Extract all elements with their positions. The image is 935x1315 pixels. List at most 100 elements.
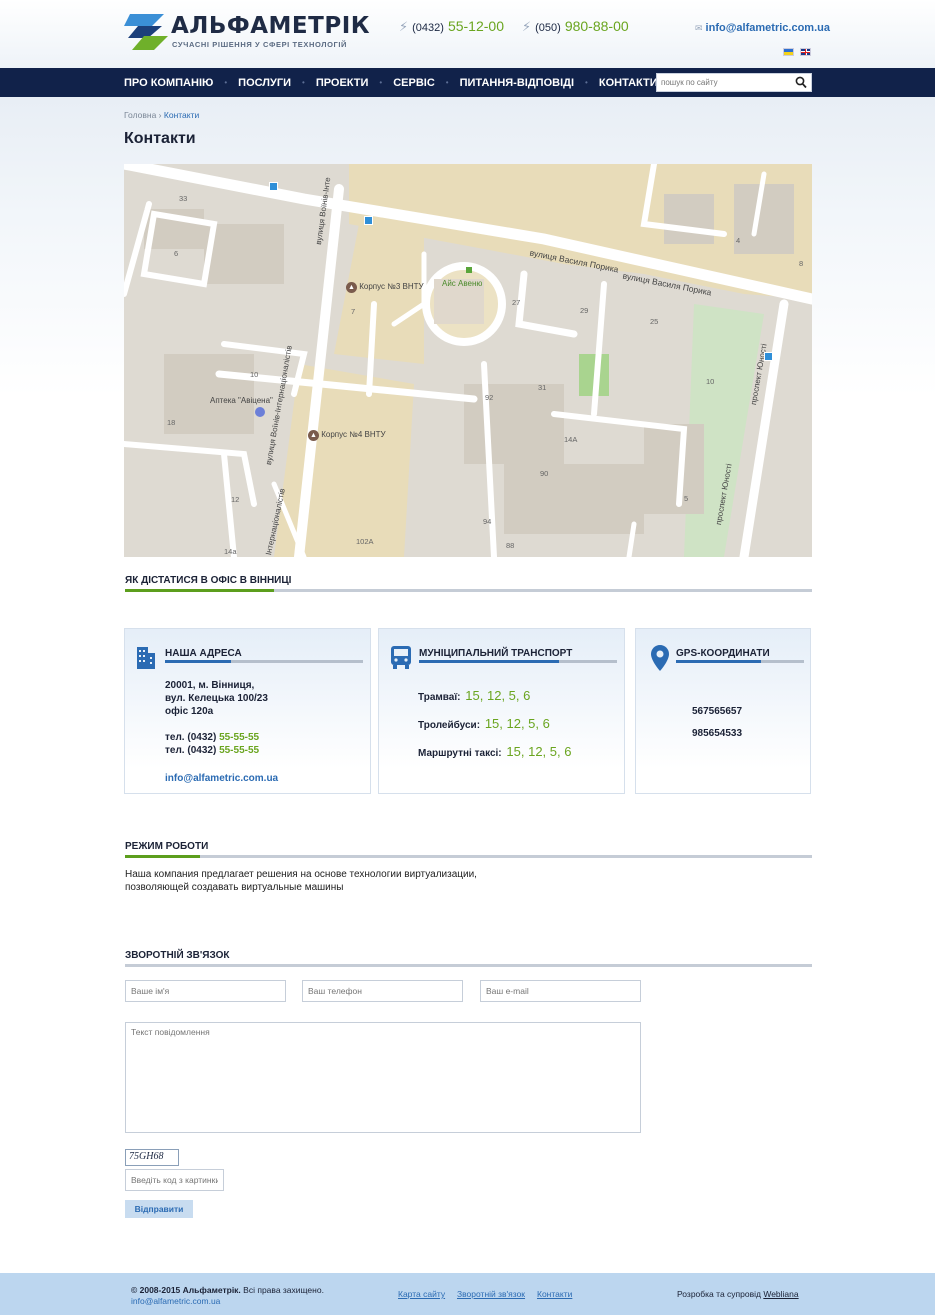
work-mode-line: позволяющей создавать виртуальные машины [125,882,344,893]
transport-label: Тролейбуси: [418,720,481,731]
footer-developer: Розробка та супровід Webliana [677,1289,799,1299]
work-mode-line: Наша компания предлагает решения на осно… [125,869,477,880]
footer-email-link[interactable]: info@alfametric.com.ua [131,1296,220,1306]
gps-latitude: 567565657 [692,706,743,717]
name-input[interactable] [126,981,285,1001]
bus-stop-icon[interactable] [764,352,773,361]
breadcrumb-home[interactable]: Головна [124,110,156,120]
house-number: 94 [483,517,492,526]
nav-separator: • [585,78,588,87]
nav-separator: • [302,78,305,87]
phone-number: 55-12-00 [447,18,504,34]
name-field-wrap [125,980,286,1002]
address-email-link[interactable]: info@alfametric.com.ua [165,773,278,784]
breadcrumb-separator: › [158,110,162,120]
address-line: офіс 120а [165,706,214,717]
work-mode-heading: РЕЖИМ РОБОТИ [125,841,209,852]
nav-item-about[interactable]: ПРО КОМПАНІЮ [124,77,213,89]
footer-link-feedback[interactable]: Зворотній зв'язок [457,1289,525,1299]
box-divider-accent [419,660,559,663]
house-number: 88 [506,541,515,550]
address-box: НАША АДРЕСА 20001, м. Вінниця, вул. Келе… [124,628,371,794]
map[interactable]: вулиця Василя Порика вулиця Василя Порик… [124,164,812,557]
place-marker-icon [466,267,472,273]
captcha-image: 75GH68 [125,1149,179,1166]
developer-link[interactable]: Webliana [763,1289,798,1299]
house-number: 33 [179,194,188,203]
location-pin-icon [651,645,669,671]
phone-code: (0432) [412,22,444,34]
house-number: 8 [799,259,804,268]
nav-item-contacts[interactable]: КОНТАКТИ [599,77,658,89]
gps-box-title: GPS-КООРДИНАТИ [676,648,770,659]
footer-copyright: © 2008-2015 Альфаметрік. Всі права захищ… [131,1285,324,1295]
transport-label: Маршрутні таксі: [418,748,502,759]
header-email-link[interactable]: ✉ info@alfametric.com.ua [695,22,830,34]
header-email-text[interactable]: info@alfametric.com.ua [706,22,830,34]
search-input[interactable] [657,74,793,91]
search-icon[interactable] [795,76,807,89]
house-number: 10 [706,377,715,386]
section-divider-accent [125,855,200,858]
house-number: 29 [580,306,589,315]
logo-subtitle: СУЧАСНІ РІШЕННЯ У СФЕРІ ТЕХНОЛОГІЙ [172,40,348,49]
message-field-wrap [125,1022,641,1133]
house-number: 14А [564,435,578,444]
footer: © 2008-2015 Альфаметрік. Всі права захищ… [0,1273,935,1315]
transport-box: МУНІЦИПАЛЬНИЙ ТРАНСПОРТ Трамваї: 15, 12,… [378,628,625,794]
nav-item-services[interactable]: ПОСЛУГИ [238,77,291,89]
transport-routes: 15, 12, 5, 6 [465,688,531,703]
pharmacy-icon[interactable] [255,407,265,417]
captcha-input[interactable] [126,1170,223,1190]
bus-stop-icon[interactable] [364,216,373,225]
house-number: 6 [174,249,179,258]
house-number: 10 [250,370,259,379]
footer-link-contacts[interactable]: Контакти [537,1289,572,1299]
map-place-label[interactable] [454,264,484,276]
bus-icon [391,646,411,669]
transport-box-title: МУНІЦИПАЛЬНИЙ ТРАНСПОРТ [419,648,573,659]
address-box-title: НАША АДРЕСА [165,648,242,659]
place-name[interactable]: Аптека "Авіцена" [210,396,273,405]
nav-separator: • [445,78,449,87]
bus-stop-icon[interactable] [269,182,278,191]
phone-value: 55-55-55 [219,732,260,743]
email-field-wrap [480,980,641,1002]
submit-button[interactable]: Відправити [125,1200,193,1218]
house-number: 14a [224,547,237,556]
logo-icon[interactable] [124,12,168,50]
transport-label: Трамваї: [418,692,461,703]
nav-item-faq[interactable]: ПИТАННЯ-ВІДПОВІДІ [460,77,574,89]
copyright-text: Всі права захищено. [240,1285,324,1295]
map-place-label[interactable]: ▲ Корпус №4 ВНТУ [308,430,386,441]
main-nav: ПРО КОМПАНІЮ • ПОСЛУГИ • ПРОЕКТИ • СЕРВІ… [0,68,935,97]
logo-title[interactable]: АЛЬФАМЕТРІК [171,13,370,39]
message-textarea[interactable] [126,1023,640,1132]
phone-code: (050) [535,22,561,34]
school-icon: ▲ [346,282,357,293]
place-name: Корпус №3 ВНТУ [359,282,424,291]
nav-item-projects[interactable]: ПРОЕКТИ [316,77,369,89]
english-flag-icon[interactable] [800,48,811,56]
breadcrumb-current: Контакти [163,110,200,120]
nav-item-service[interactable]: СЕРВІС [393,77,435,89]
nav-separator: • [224,78,228,87]
breadcrumb: Головна › Контакти [124,110,199,120]
house-number: 25 [650,317,659,326]
house-number: 18 [167,418,176,427]
footer-link-sitemap[interactable]: Карта сайту [398,1289,445,1299]
map-place-label[interactable]: ▲ Корпус №3 ВНТУ [346,282,424,293]
phone-input[interactable] [303,981,462,1001]
developer-text: Розробка та супровід [677,1289,761,1299]
phone-2: ⚡ (050) 980-88-00 [522,18,629,35]
phone-label: тел. (0432) [165,745,217,756]
ukrainian-flag-icon[interactable] [783,48,794,56]
section-divider [125,855,812,858]
building-icon [137,647,155,669]
phone-line: тел. (0432) 55-55-55 [165,745,259,756]
copyright-company: © 2008-2015 Альфаметрік. [131,1285,241,1295]
house-number: 12 [231,495,240,504]
place-name[interactable]: Айс Авеню [442,279,482,288]
house-number: 4 [736,236,741,245]
email-input[interactable] [481,981,640,1001]
